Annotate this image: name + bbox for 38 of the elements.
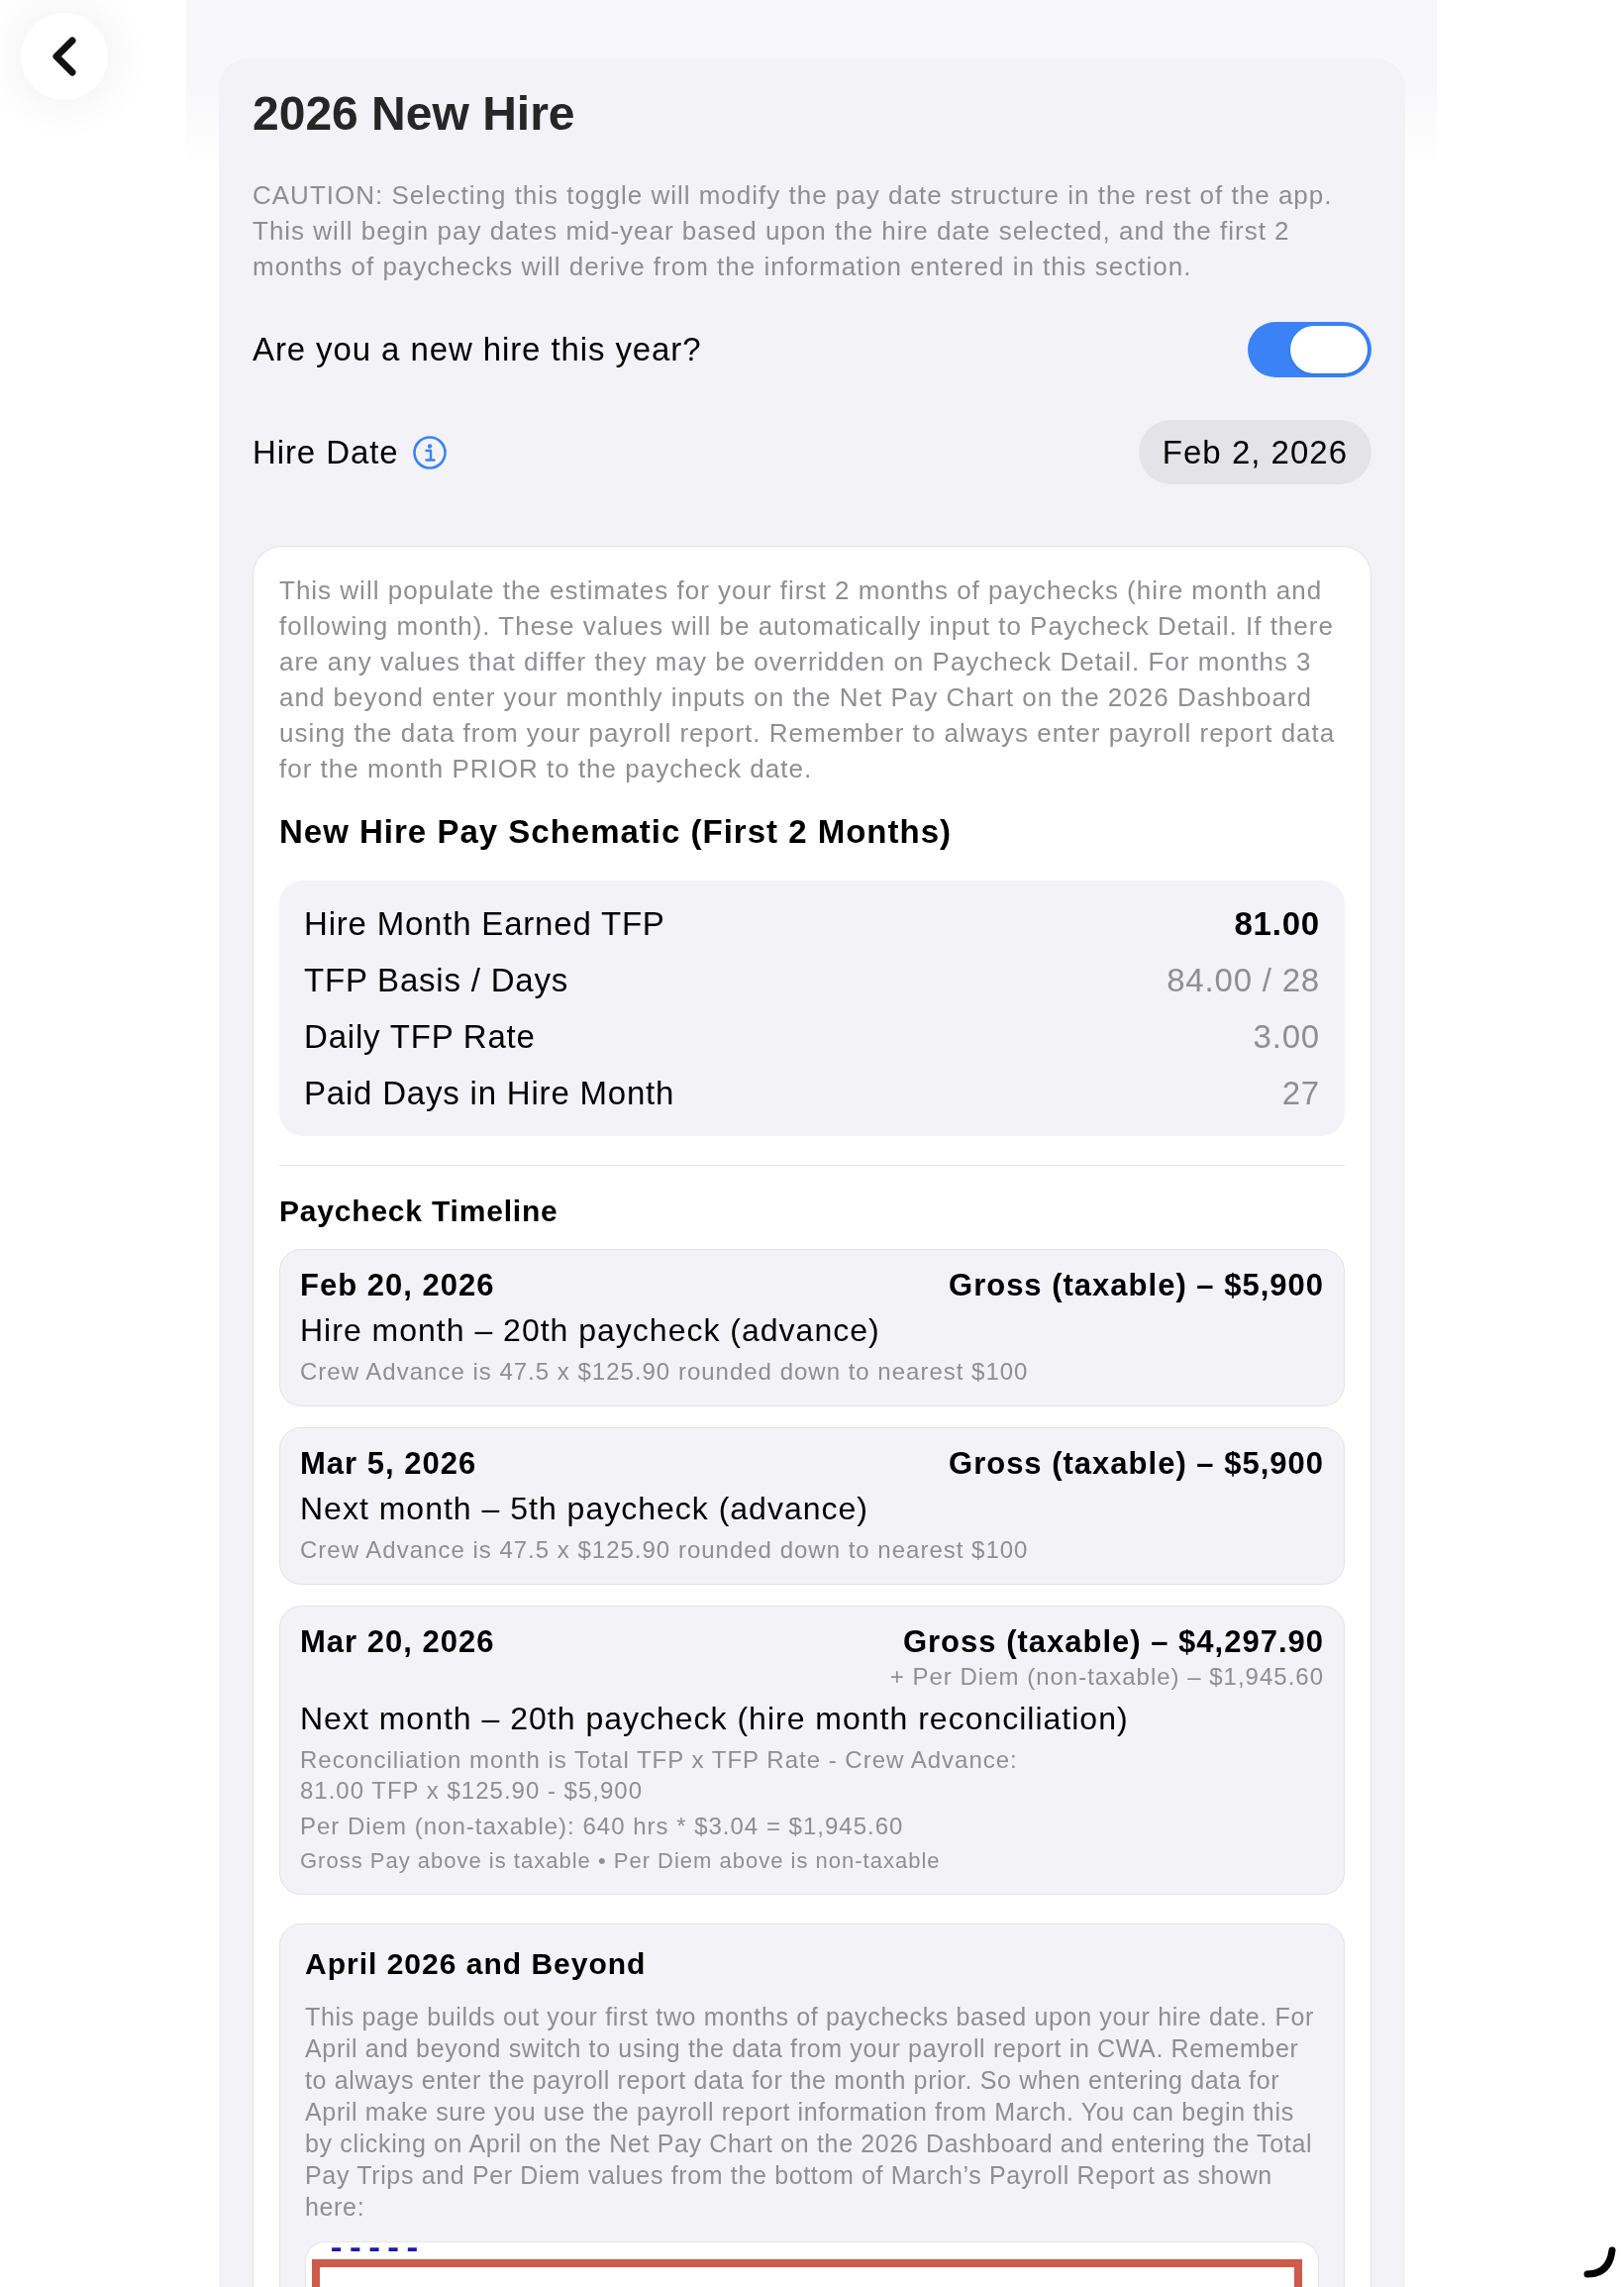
row-label: Hire Month Earned TFP: [304, 903, 665, 944]
chevron-left-icon: [51, 37, 77, 76]
page-title: 2026 New Hire: [253, 88, 576, 140]
paycheck-note: Crew Advance is 47.5 x $125.90 rounded down to nearest $100: [300, 1535, 1030, 1565]
row-value: 81.00: [1234, 903, 1320, 944]
toggle-label: Are you a new hire this year?: [253, 330, 702, 370]
gross-amount: Gross (taxable) – $4,297.90: [902, 1624, 1324, 1660]
per-diem-amount: + Per Diem (non-taxable) – $1,945.60: [889, 1662, 1324, 1692]
date-picker-button[interactable]: Feb 2, 2026: [1138, 420, 1371, 484]
gross-amount: Gross (taxable) – $5,900: [949, 1446, 1324, 1482]
row-label: Paid Days in Hire Month: [304, 1073, 675, 1113]
paycheck-note: Crew Advance is 47.5 x $125.90 rounded down to nearest $100: [300, 1357, 1030, 1387]
row-value: 27: [1281, 1073, 1320, 1113]
paycheck-title: Next month – 5th paycheck (advance): [300, 1490, 869, 1528]
section-heading: April 2026 and Beyond: [305, 1946, 648, 1982]
row-label: Daily TFP Rate: [304, 1016, 536, 1057]
paycheck-date: Mar 20, 2026: [300, 1624, 495, 1660]
paycheck-note: Per Diem (non-taxable): 640 hrs * $3.04 = $1,945.60: [300, 1812, 905, 1841]
info-icon[interactable]: [413, 435, 448, 469]
toggle-switch[interactable]: [1248, 322, 1371, 377]
caution-text: CAUTION: Selecting this toggle will modify the pay date structure in the rest of the app. This will begin pay dates mid-year based upon the hire date selected, and the first 2 months of paychecks will derive from the information entered in this section.: [253, 179, 1334, 283]
paycheck-date: Feb 20, 2026: [300, 1268, 495, 1303]
row-label: TFP Basis / Days: [304, 960, 569, 1000]
info-description: This will populate the estimates for your first 2 months of paychecks (hire month and following month). These values will be automatically input to Paycheck Detail. If there are any values that differ they may be overridden on Paycheck Detail. For months 3 and beyond enter your monthly inputs on the Net Pay Chart on the 2026 Dashboard using the data from your payroll report. Remember to always enter payroll report data for the month PRIOR to the paycheck date.: [279, 574, 1337, 785]
gross-amount: Gross (taxable) – $5,900: [949, 1268, 1324, 1303]
row-value: 84.00 / 28: [1167, 960, 1320, 1000]
section-heading: Paycheck Timeline: [279, 1194, 559, 1229]
paycheck-title: Hire month – 20th paycheck (advance): [300, 1311, 881, 1350]
row-value: 3.00: [1253, 1016, 1320, 1057]
paycheck-footnote: Gross Pay above is taxable • Per Diem above is non-taxable: [300, 1847, 942, 1875]
beyond-description: This page builds out your first two months of paychecks based upon your hire date. For April and beyond switch to using the data from your payroll report in CWA. Remember to always enter the payroll report data for the month prior. So when entering data for April make sure you use the payroll report information from March. You can begin this by clicking on April on the Net Pay Chart on the 2026 Dashboard and entering the Total Pay Trips and Per Diem values from the bottom of March’s Payroll Report as shown here:: [305, 2002, 1315, 2223]
spinner-icon: [1583, 2246, 1617, 2278]
paycheck-note: Reconciliation month is Total TFP x TFP Rate - Crew Advance: 81.00 TFP x $125.90 - $5,900: [300, 1745, 1019, 1806]
field-label: Hire Date: [253, 432, 399, 472]
report-text: -----: [326, 2242, 423, 2256]
section-heading: New Hire Pay Schematic (First 2 Months): [279, 812, 953, 852]
paycheck-title: Next month – 20th paycheck (hire month reconciliation): [300, 1700, 1130, 1738]
paycheck-date: Mar 5, 2026: [300, 1446, 477, 1482]
